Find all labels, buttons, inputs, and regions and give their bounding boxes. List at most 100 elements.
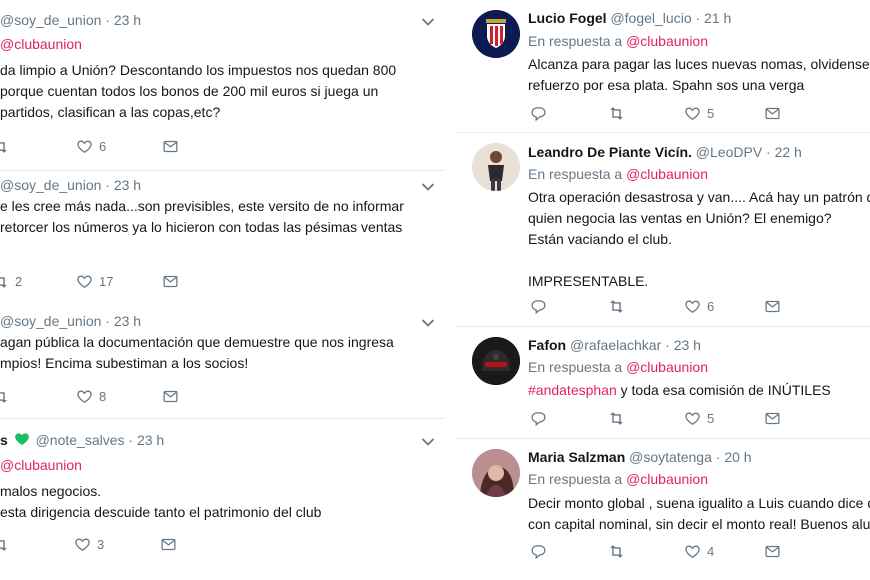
user-handle[interactable]: @note_salves <box>36 432 125 448</box>
like-button[interactable]: 6 <box>76 138 106 155</box>
envelope-icon <box>162 273 179 290</box>
direct-message-button[interactable] <box>162 273 179 290</box>
retweet-button[interactable] <box>608 298 625 315</box>
tweet[interactable]: @soy_de_union · 23 h e les cree más nada… <box>0 171 445 308</box>
reply-button[interactable] <box>530 410 547 427</box>
like-button[interactable]: 8 <box>76 388 106 405</box>
like-button[interactable]: 6 <box>684 298 714 315</box>
tweet[interactable]: @soy_de_union · 23 h agan pública la doc… <box>0 308 445 418</box>
heart-icon <box>76 273 93 290</box>
like-count: 6 <box>99 139 107 154</box>
chevron-down-icon[interactable] <box>421 437 435 447</box>
reply-mention-link[interactable]: @clubaunion <box>626 166 708 182</box>
user-name[interactable]: Lucio Fogel <box>528 10 607 26</box>
like-count: 17 <box>99 274 114 289</box>
heart-icon <box>684 410 701 427</box>
retweet-button[interactable] <box>608 543 625 560</box>
user-name[interactable]: s <box>0 432 8 448</box>
tweet-time[interactable]: · 23 h <box>105 12 141 28</box>
envelope-icon <box>764 298 781 315</box>
user-name[interactable]: Maria Salzman <box>528 449 625 465</box>
reply-context: En respuesta a @clubaunion <box>528 31 708 52</box>
retweet-icon <box>0 388 9 405</box>
hashtag-link[interactable]: #andatesphan <box>528 382 617 398</box>
heart-icon <box>684 543 701 560</box>
tweet-time[interactable]: · 23 h <box>105 313 141 329</box>
direct-message-button[interactable] <box>764 410 781 427</box>
retweet-button[interactable] <box>0 536 9 553</box>
tweet[interactable]: Lucio Fogel @fogel_lucio · 21 h En respu… <box>455 0 870 132</box>
reply-mention-link[interactable]: @clubaunion <box>626 33 708 49</box>
reply-icon <box>530 105 547 122</box>
user-handle[interactable]: @soytatenga <box>629 449 712 465</box>
tweet-time[interactable]: · 23 h <box>128 432 164 448</box>
tweet-time[interactable]: · 22 h <box>766 144 802 160</box>
user-handle[interactable]: @soy_de_union <box>0 12 101 28</box>
tweet-time[interactable]: · 23 h <box>105 177 141 193</box>
reply-context: En respuesta a @clubaunion <box>528 164 708 185</box>
chevron-down-icon[interactable] <box>421 17 435 27</box>
tweet-time[interactable]: · 20 h <box>716 449 752 465</box>
tweet-text-line: Otra operación desastrosa y van.... Acá … <box>528 189 870 205</box>
retweet-icon <box>0 138 9 155</box>
user-handle[interactable]: @fogel_lucio <box>610 10 691 26</box>
direct-message-button[interactable] <box>764 105 781 122</box>
reply-button[interactable] <box>530 105 547 122</box>
user-handle[interactable]: @soy_de_union <box>0 313 101 329</box>
tweet-header: @soy_de_union · 23 h <box>0 175 141 196</box>
tweet-text: Alcanza para pagar las luces nuevas noma… <box>528 54 870 96</box>
user-handle[interactable]: @rafaelachkar <box>570 337 661 353</box>
tweet-text-line: porque cuentan todos los bonos de 200 mi… <box>0 83 379 99</box>
retweet-button[interactable] <box>0 388 9 405</box>
reply-button[interactable] <box>530 298 547 315</box>
reply-mention-link[interactable]: @clubaunion <box>626 359 708 375</box>
like-button[interactable]: 17 <box>76 273 113 290</box>
direct-message-button[interactable] <box>160 536 177 553</box>
direct-message-button[interactable] <box>162 388 179 405</box>
tweet-text-line: partidos, clasifican a las copas,etc? <box>0 104 221 120</box>
user-name[interactable]: Leandro De Piante Vicín. <box>528 144 692 160</box>
direct-message-button[interactable] <box>162 138 179 155</box>
user-handle[interactable]: @soy_de_union <box>0 177 101 193</box>
tweet-actions: 6 <box>0 138 440 158</box>
tweet[interactable]: s @note_salves · 23 h @clubaunion malos … <box>0 419 445 580</box>
retweet-button[interactable] <box>608 410 625 427</box>
direct-message-button[interactable] <box>764 298 781 315</box>
like-button[interactable]: 5 <box>684 105 714 122</box>
heart-icon <box>684 105 701 122</box>
reply-button[interactable] <box>530 543 547 560</box>
tweet-time[interactable]: · 23 h <box>665 337 701 353</box>
tweet-text-line: Decir monto global , suena igualito a Lu… <box>528 495 870 511</box>
woman-avatar[interactable] <box>472 449 520 497</box>
chevron-down-icon[interactable] <box>421 318 435 328</box>
retweet-button[interactable] <box>608 105 625 122</box>
like-count: 5 <box>707 106 715 121</box>
tweet-text-line <box>528 250 870 271</box>
retweet-button[interactable] <box>0 138 9 155</box>
user-name[interactable]: Fafon <box>528 337 566 353</box>
reply-mention-link[interactable]: @clubaunion <box>626 471 708 487</box>
like-count: 5 <box>707 411 715 426</box>
direct-message-button[interactable] <box>764 543 781 560</box>
tweet-text-line: agan pública la documentación que demues… <box>0 334 394 350</box>
user-handle[interactable]: @LeoDPV <box>696 144 762 160</box>
tweet-time[interactable]: · 21 h <box>696 10 732 26</box>
like-button[interactable]: 4 <box>684 543 714 560</box>
reply-mention-link[interactable]: @clubaunion <box>0 457 82 473</box>
tweet-header: @soy_de_union · 23 h <box>0 311 141 332</box>
retweet-button[interactable]: 2 <box>0 273 22 290</box>
like-button[interactable]: 3 <box>74 536 104 553</box>
tweet-text-line: refuerzo por esa plata. Spahn sos una ve… <box>528 77 805 93</box>
tweet[interactable]: @soy_de_union · 23 h @clubaunion da limp… <box>0 0 445 170</box>
person-avatar[interactable] <box>472 143 520 191</box>
tweet[interactable]: Maria Salzman @soytatenga · 20 h En resp… <box>455 439 870 580</box>
reply-mention-link[interactable]: @clubaunion <box>0 36 82 52</box>
club-crest-avatar[interactable] <box>472 10 520 58</box>
tweet[interactable]: Leandro De Piante Vicín. @LeoDPV · 22 h … <box>455 133 870 326</box>
chevron-down-icon[interactable] <box>421 182 435 192</box>
tweet-actions: 6 <box>528 298 868 318</box>
tweet[interactable]: Fafon @rafaelachkar · 23 h En respuesta … <box>455 327 870 438</box>
envelope-icon <box>764 410 781 427</box>
helmet-avatar[interactable] <box>472 337 520 385</box>
like-button[interactable]: 5 <box>684 410 714 427</box>
